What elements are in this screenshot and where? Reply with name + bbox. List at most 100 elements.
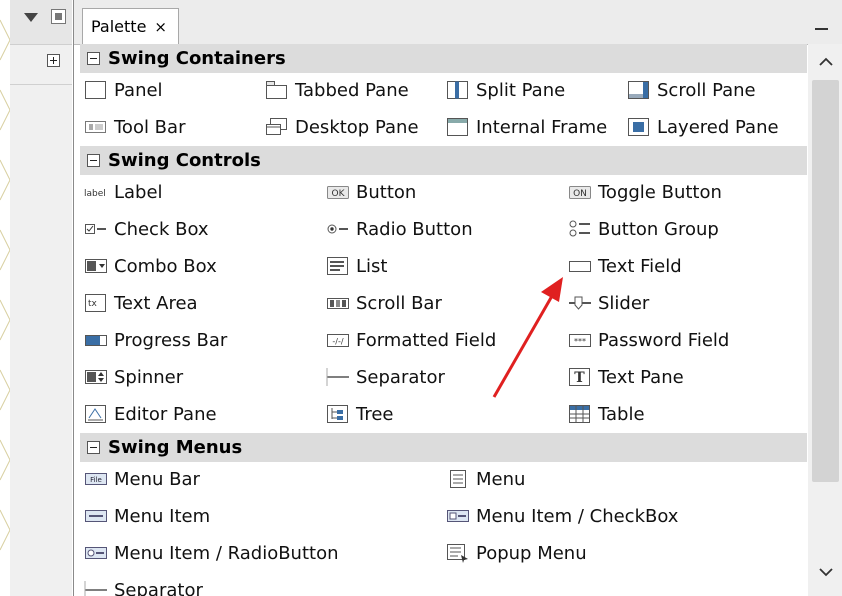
palette-item[interactable]: Menu: [446, 464, 525, 494]
palette-content: Swing Containers Panel Tabbed Pane Split Pa…: [80, 44, 807, 596]
separator-icon: [326, 367, 350, 387]
svg-text:***: ***: [574, 337, 586, 346]
palette-item-label: Desktop Pane: [295, 116, 419, 138]
menu-bar-icon: File: [84, 469, 108, 489]
toggle-button-icon: ON: [568, 182, 592, 202]
palette-item[interactable]: Slider: [568, 288, 649, 318]
palette-item[interactable]: tx Text Area: [84, 288, 198, 318]
palette-item[interactable]: -/-/ Formatted Field: [326, 325, 496, 355]
dropdown-triangle-icon[interactable]: [24, 13, 38, 23]
palette-item-label: Menu Bar: [114, 468, 200, 490]
palette-item-label: Separator: [356, 366, 445, 388]
left-side-strip: [10, 0, 72, 596]
collapse-icon[interactable]: [87, 52, 100, 65]
collapse-icon[interactable]: [87, 154, 100, 167]
palette-item[interactable]: Table: [568, 399, 645, 429]
svg-text:-/-/: -/-/: [332, 337, 343, 346]
svg-text:T: T: [574, 370, 585, 386]
close-icon[interactable]: ×: [154, 18, 167, 36]
list-icon: [326, 256, 350, 276]
palette-tab-bar: Palette ×: [74, 0, 842, 45]
scrollbar-thumb[interactable]: [812, 80, 839, 482]
palette-item[interactable]: Tool Bar: [84, 112, 185, 142]
palette-item-label: Slider: [598, 292, 650, 314]
table-icon: [568, 404, 592, 424]
menu-icon: [446, 469, 470, 489]
palette-item[interactable]: OK Button: [326, 177, 416, 207]
svg-text:label: label: [84, 189, 106, 199]
palette-item[interactable]: Progress Bar: [84, 325, 227, 355]
tabbed-pane-icon: [265, 80, 289, 100]
collapse-icon[interactable]: [87, 441, 100, 454]
palette-item[interactable]: Radio Button: [326, 214, 473, 244]
palette-item[interactable]: Panel: [84, 75, 163, 105]
palette-item[interactable]: Desktop Pane: [265, 112, 419, 142]
palette-item-label: Label: [114, 181, 163, 203]
formatted-field-icon: -/-/: [326, 330, 350, 350]
palette-item[interactable]: Layered Pane: [627, 112, 779, 142]
palette-item[interactable]: Internal Frame: [446, 112, 607, 142]
palette-item[interactable]: Menu Item: [84, 501, 210, 531]
text-pane-icon: T: [568, 367, 592, 387]
popup-menu-icon: [446, 543, 470, 563]
palette-item[interactable]: Split Pane: [446, 75, 565, 105]
palette-item[interactable]: Check Box: [84, 214, 209, 244]
minimize-icon[interactable]: [815, 28, 828, 30]
svg-text:ON: ON: [573, 189, 587, 199]
category-label: Swing Containers: [108, 48, 286, 69]
slider-icon: [568, 293, 592, 313]
palette-item[interactable]: Menu Item / RadioButton: [84, 538, 339, 568]
palette-item[interactable]: Button Group: [568, 214, 719, 244]
palette-item[interactable]: Popup Menu: [446, 538, 587, 568]
category-header[interactable]: Swing Controls: [80, 146, 807, 175]
palette-item-label: Internal Frame: [476, 116, 608, 138]
category-label: Swing Controls: [108, 150, 261, 171]
restore-window-icon[interactable]: [51, 9, 66, 24]
palette-item-label: Radio Button: [356, 218, 473, 240]
menu-item-checkbox-icon: [446, 506, 470, 526]
palette-item-label: Text Field: [598, 255, 682, 277]
palette-item-label: Menu Item / RadioButton: [114, 542, 339, 564]
expand-node-icon[interactable]: [47, 54, 61, 68]
scroll-up-icon[interactable]: [816, 54, 836, 70]
palette-item[interactable]: ON Toggle Button: [568, 177, 722, 207]
internal-frame-icon: [446, 117, 470, 137]
button-icon: OK: [326, 182, 350, 202]
palette-item-label: Separator: [114, 579, 203, 596]
layered-pane-icon: [627, 117, 651, 137]
tree-icon: [326, 404, 350, 424]
category-header[interactable]: Swing Menus: [80, 433, 807, 462]
palette-item[interactable]: T Text Pane: [568, 362, 684, 392]
palette-item[interactable]: Separator: [84, 575, 203, 596]
palette-item[interactable]: Tabbed Pane: [265, 75, 409, 105]
category-header[interactable]: Swing Containers: [80, 44, 807, 73]
palette-item[interactable]: Combo Box: [84, 251, 217, 281]
palette-item[interactable]: label Label: [84, 177, 163, 207]
palette-item[interactable]: File Menu Bar: [84, 464, 200, 494]
editor-pane-icon: [84, 404, 108, 424]
palette-tab[interactable]: Palette ×: [82, 8, 179, 44]
palette-item[interactable]: Tree: [326, 399, 394, 429]
palette-item[interactable]: Spinner: [84, 362, 183, 392]
password-field-icon: ***: [568, 330, 592, 350]
vertical-scrollbar[interactable]: [808, 44, 842, 596]
palette-item[interactable]: Text Field: [568, 251, 682, 281]
split-pane-icon: [446, 80, 470, 100]
palette-item[interactable]: *** Password Field: [568, 325, 729, 355]
palette-item-label: Menu Item / CheckBox: [476, 505, 679, 527]
scroll-down-icon[interactable]: [816, 564, 836, 580]
palette-item[interactable]: Separator: [326, 362, 445, 392]
palette-item-label: Progress Bar: [114, 329, 228, 351]
svg-text:tx: tx: [88, 299, 98, 309]
check-box-icon: [84, 219, 108, 239]
palette-item-label: Formatted Field: [356, 329, 497, 351]
palette-item[interactable]: Menu Item / CheckBox: [446, 501, 678, 531]
palette-item[interactable]: List: [326, 251, 387, 281]
palette-item[interactable]: Editor Pane: [84, 399, 217, 429]
panel-icon: [84, 80, 108, 100]
palette-item-label: Password Field: [598, 329, 730, 351]
palette-item[interactable]: Scroll Bar: [326, 288, 442, 318]
palette-item[interactable]: Scroll Pane: [627, 75, 756, 105]
palette-item-label: Check Box: [114, 218, 209, 240]
palette-item-label: Scroll Pane: [657, 79, 756, 101]
